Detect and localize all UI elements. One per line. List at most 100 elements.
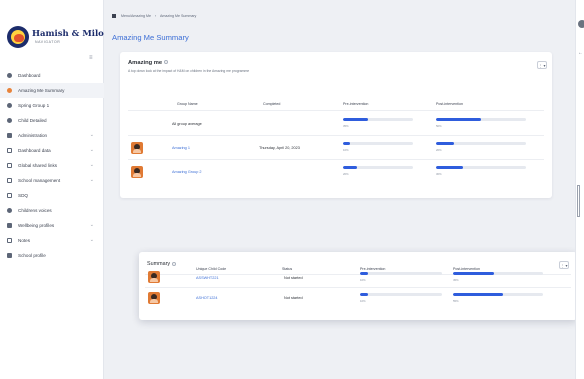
sidebar-item-wellbeing-profiles[interactable]: Wellbeing profiles ⌄ [0,218,104,233]
sidebar-item-school-management[interactable]: School management ⌄ [0,173,104,188]
child-code-link[interactable]: ASSWHT221 [196,276,219,280]
sidebar-item-dashboard[interactable]: Dashboard [0,68,104,83]
logo[interactable]: Hamish & Milo NAVIGATOR [7,26,104,50]
bar-fill [343,166,357,169]
chevron-down-icon: ⌄ [89,237,94,243]
card-title: Summary [147,261,177,267]
bar-label: 10% [360,278,366,282]
dashboard-icon [7,73,12,78]
sidebar-item-label: Spring Group 1 [18,103,50,108]
info-icon[interactable] [164,60,169,65]
document-icon [7,193,12,198]
breadcrumb-item[interactable]: Menu/Amazing Me [121,14,151,18]
column-header[interactable]: Pre-intervention [360,267,385,271]
column-header[interactable]: Post-intervention [436,102,463,106]
bar-fill [436,166,463,169]
bar-label: 50% [436,124,442,128]
school-icon [7,178,12,183]
list-icon [7,148,12,153]
column-header[interactable]: Completed [263,102,280,106]
avatar [148,292,160,304]
sidebar-item-label: Amazing Me Summary [18,88,65,93]
bar-fill [360,272,369,275]
right-panel-edge: ← [575,0,584,379]
panel-handle[interactable] [577,185,580,217]
post-intervention-bar [436,166,526,169]
breadcrumb: Menu/Amazing Me › Amazing Me Summary [112,14,197,19]
bar-label: 35% [343,124,349,128]
column-header[interactable]: Group Name [177,102,198,106]
status-text: Not started [284,276,303,280]
card-title-text: Amazing me [128,60,163,66]
avatar [148,271,160,283]
group-name-link[interactable]: Amazing Group 2 [172,170,202,174]
breadcrumb-item: Amazing Me Summary [159,14,197,18]
sidebar-item-school-profile[interactable]: School profile [0,248,104,263]
card-menu-button[interactable]: ⋮ ▾ [559,261,569,269]
collapse-sidebar-icon[interactable]: ≡ [89,55,94,61]
bar-fill [453,293,503,296]
bar-label: 45% [453,278,459,282]
card-title: Amazing me [128,60,169,66]
sidebar-item-label: Dashboard [18,73,41,78]
avatar [131,166,143,178]
row-divider [128,159,544,160]
sidebar-nav: Dashboard Amazing Me Summary Spring Grou… [0,68,104,263]
sidebar-item-label: Child Detailed [18,118,47,123]
bar-label: 20% [436,148,442,152]
sidebar-item-label: Dashboard data [18,148,51,153]
pre-intervention-bar [343,166,413,169]
sidebar: Hamish & Milo NAVIGATOR ≡ Dashboard Amaz… [0,0,104,379]
home-icon[interactable] [112,14,116,19]
sidebar-item-global-shared-links[interactable]: Global shared links ⌄ [0,158,104,173]
group-name-link[interactable]: Amazing 1 [172,146,190,150]
bar-fill [343,142,350,145]
sidebar-item-spring-group-1[interactable]: Spring Group 1 [0,98,104,113]
sidebar-item-label: Childrens voices [18,208,52,213]
chat-icon [7,208,12,213]
sidebar-item-childrens-voices[interactable]: Childrens voices [0,203,104,218]
pre-intervention-bar [343,142,413,145]
sidebar-item-label: Global shared links [18,163,58,168]
sidebar-item-label: SDQ [18,193,28,198]
info-icon[interactable] [172,261,177,266]
sidebar-item-label: Administration [18,133,48,138]
sidebar-item-child-detailed[interactable]: Child Detailed [0,113,104,128]
note-icon [7,238,12,243]
bar-fill [343,118,368,121]
column-header[interactable]: Pre-intervention [343,102,368,106]
sidebar-item-label: Notes [18,238,31,243]
post-intervention-bar [453,272,543,275]
chevron-down-icon: ⌄ [89,147,94,153]
row-divider [128,135,544,136]
column-header[interactable]: Unique Child Code [196,267,226,271]
sidebar-item-dashboard-data[interactable]: Dashboard data ⌄ [0,143,104,158]
sidebar-item-sdq[interactable]: SDQ [0,188,104,203]
bar-label: 55% [453,299,459,303]
group-name: All group average [172,122,202,126]
arrow-left-icon[interactable]: ← [578,50,583,56]
sidebar-item-label: School profile [18,253,46,258]
wrench-icon [7,133,12,138]
sidebar-item-notes[interactable]: Notes ⌄ [0,233,104,248]
post-intervention-bar [453,293,543,296]
column-header[interactable]: Status [282,267,292,271]
sidebar-item-administration[interactable]: Administration ⌄ [0,128,104,143]
card-title-text: Summary [147,261,171,267]
status-text: Not started [284,296,303,300]
column-header[interactable]: Post-intervention [453,267,480,271]
completed-date: Thursday, April 20, 2023 [259,146,300,150]
user-avatar-icon[interactable] [578,20,584,28]
post-intervention-bar [436,118,526,121]
bar-fill [436,118,481,121]
bar-fill [453,272,494,275]
chevron-down-icon: ⌄ [89,222,94,228]
bar-label: 30% [436,172,442,176]
child-icon [7,118,12,123]
chevron-down-icon: ⌄ [89,162,94,168]
pre-intervention-bar [360,272,442,275]
sidebar-item-amazing-me-summary[interactable]: Amazing Me Summary [0,83,104,98]
header-divider [128,110,544,111]
child-code-link[interactable]: ASHOT1224 [196,296,218,300]
card-menu-button[interactable]: ⋮ ▾ [537,61,547,69]
